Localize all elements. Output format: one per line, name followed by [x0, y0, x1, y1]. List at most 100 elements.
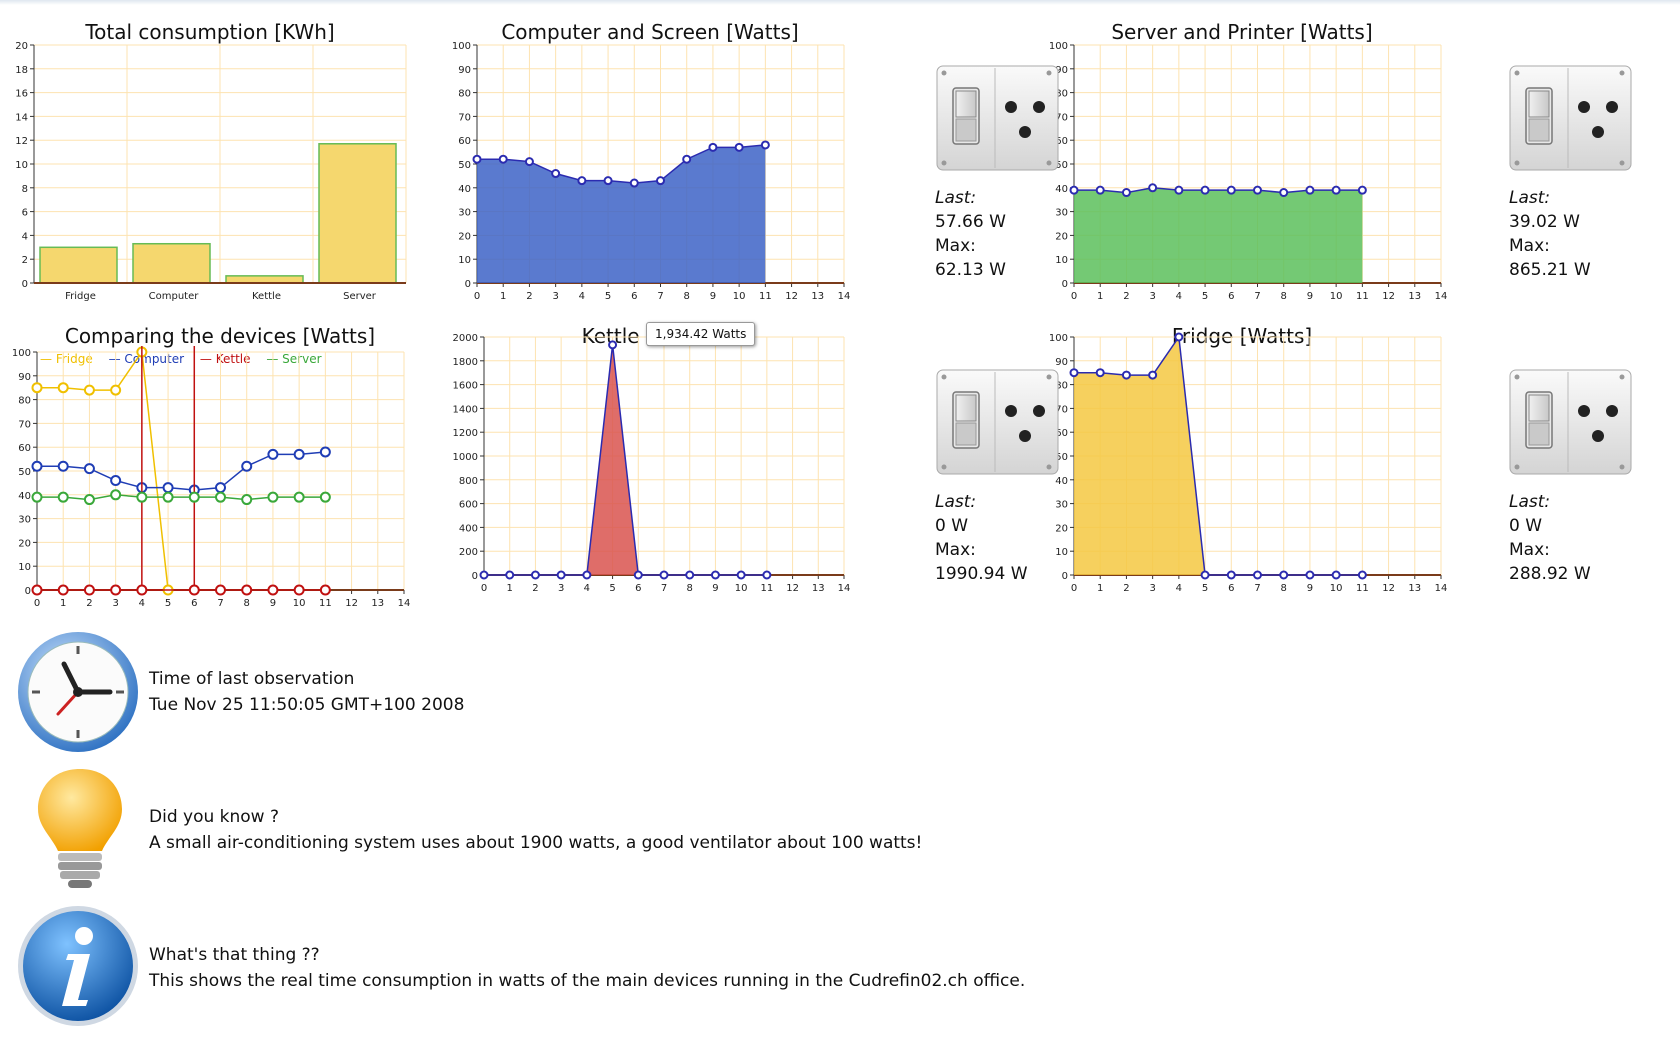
bar-computer: [132, 242, 211, 284]
x-tick-label: 9: [712, 583, 718, 594]
power-switch-icon-server[interactable]: [1508, 64, 1633, 172]
data-point: [551, 169, 561, 179]
x-tick-label: 5: [1202, 583, 1208, 594]
data-point: [682, 154, 692, 164]
x-tick-label: 6: [1228, 291, 1234, 302]
server-panel: Server and Printer [Watts] 0 10 20 30 40 50 60…: [1050, 18, 1470, 308]
data-point: [1331, 185, 1341, 195]
x-tick-label: 2: [532, 583, 538, 594]
power-switch-icon-computer[interactable]: [935, 64, 1060, 172]
y-tick-label: 70: [458, 112, 471, 123]
y-tick-label: 80: [458, 89, 471, 100]
x-tick-label: 4: [579, 291, 585, 302]
y-tick-label: 100: [1050, 41, 1068, 52]
x-tick-label: 2: [1123, 583, 1129, 594]
data-point-kettle: [293, 584, 305, 596]
x-tick-label: 14: [838, 583, 851, 594]
data-point-server: [57, 491, 69, 503]
y-tick-label: 90: [1055, 357, 1068, 368]
power-switch-icon-fridge[interactable]: [1508, 368, 1633, 476]
last-value: 39.02 W: [1509, 212, 1580, 232]
bar-kettle: [225, 275, 304, 284]
x-tick-label: 3: [112, 598, 118, 609]
y-tick-label: 10: [18, 562, 31, 573]
data-point: [1121, 188, 1131, 198]
x-tick-label: 8: [1281, 291, 1287, 302]
x-tick-label: 13: [811, 291, 824, 302]
kettle-stats: Last: 0 W Max: 1990.94 W: [935, 490, 1028, 586]
y-tick-label: 2: [22, 255, 28, 266]
data-point: [708, 142, 718, 152]
y-tick-label: 20: [458, 231, 471, 242]
data-point-computer: [267, 448, 279, 460]
y-tick-label: 12: [15, 136, 28, 147]
last-value: 0 W: [1509, 516, 1543, 536]
x-tick-label: 3: [552, 291, 558, 302]
data-point-computer: [319, 446, 331, 458]
data-point-fridge: [83, 384, 95, 396]
x-tick-label: 3: [1149, 583, 1155, 594]
x-tick-label: 11: [319, 598, 332, 609]
data-point-kettle: [110, 584, 122, 596]
data-point-computer: [162, 482, 174, 494]
data-point: [1148, 183, 1158, 193]
x-tick-label: 8: [684, 291, 690, 302]
x-tick-label: 7: [1254, 291, 1260, 302]
tip-text: A small air-conditioning system uses abo…: [149, 833, 923, 853]
x-tick-label: 10: [1330, 583, 1343, 594]
x-tick-label: 13: [812, 583, 825, 594]
data-point: [629, 178, 639, 188]
y-tick-label: 14: [15, 112, 28, 123]
x-tick-label: 8: [244, 598, 250, 609]
data-point: [734, 142, 744, 152]
y-tick-label: 18: [15, 65, 28, 76]
area-fill: [1074, 187, 1363, 283]
computer-panel: Computer and Screen [Watts] 0 10 20 30 40 50 6…: [440, 18, 860, 308]
power-switch-icon-kettle[interactable]: [935, 368, 1060, 476]
x-tick-label: Server: [343, 291, 377, 302]
data-point-kettle: [319, 584, 331, 596]
data-point-server: [267, 491, 279, 503]
max-value: 1990.94 W: [935, 564, 1028, 584]
data-point: [556, 570, 566, 580]
data-point: [1095, 368, 1105, 378]
data-point: [1069, 185, 1079, 195]
data-point: [1305, 185, 1315, 195]
x-tick-label: 13: [371, 598, 384, 609]
x-tick-label: 1: [1097, 291, 1103, 302]
series-line-server: [37, 494, 326, 501]
bar-fridge: [39, 246, 118, 284]
x-tick-label: 5: [605, 291, 611, 302]
x-tick-label: 6: [191, 598, 197, 609]
y-tick-label: 10: [15, 160, 28, 171]
y-tick-label: 0: [1062, 279, 1068, 290]
data-point-fridge: [31, 382, 43, 394]
x-tick-label: Kettle: [252, 291, 281, 302]
data-point: [530, 570, 540, 580]
data-point-kettle: [215, 584, 226, 596]
x-tick-label: 0: [474, 291, 480, 302]
y-tick-label: 80: [18, 396, 31, 407]
data-point: [505, 570, 515, 580]
x-tick-label: Computer: [149, 291, 200, 302]
data-point: [582, 570, 592, 580]
x-tick-label: 6: [631, 291, 637, 302]
x-tick-label: 12: [345, 598, 358, 609]
lightbulb-icon: [30, 765, 130, 893]
data-point: [736, 570, 746, 580]
tip-label: Did you know ?: [149, 807, 279, 827]
y-tick-label: 1600: [453, 381, 478, 392]
data-point-server: [293, 491, 305, 503]
data-point: [577, 176, 587, 186]
data-point: [479, 570, 489, 580]
y-tick-label: 100: [12, 348, 31, 359]
data-point-fridge: [57, 382, 69, 394]
x-tick-label: 4: [1176, 291, 1182, 302]
data-point-server: [241, 494, 253, 506]
x-tick-label: 14: [1435, 583, 1448, 594]
data-point: [659, 570, 669, 580]
fridge-stats: Last: 0 W Max: 288.92 W: [1509, 490, 1591, 586]
x-tick-label: 2: [526, 291, 532, 302]
area-fill: [477, 144, 766, 283]
data-point-kettle: [136, 584, 148, 596]
